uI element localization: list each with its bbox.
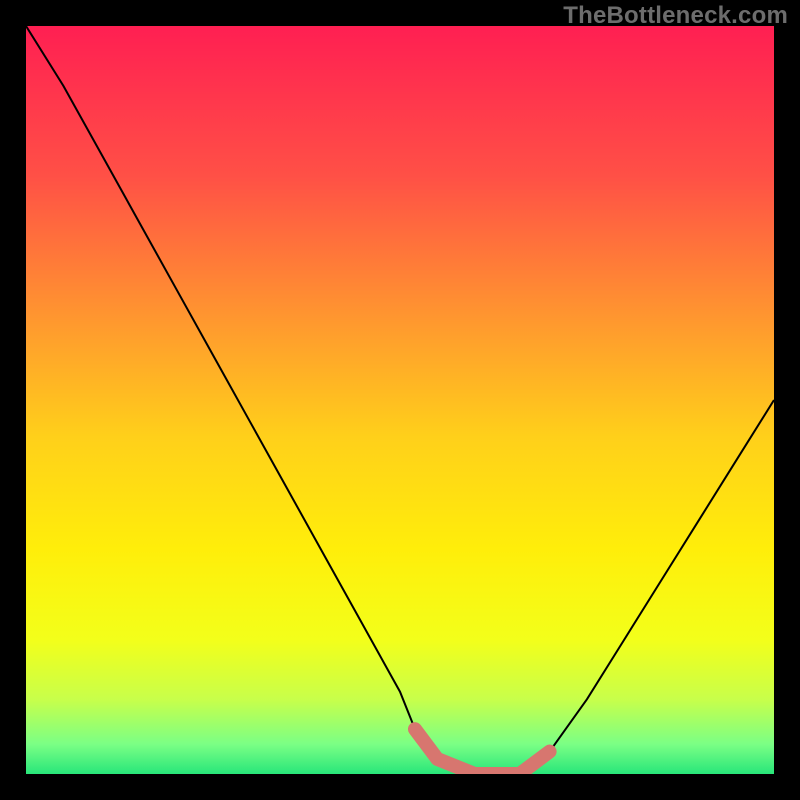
chart-frame: TheBottleneck.com <box>0 0 800 800</box>
watermark-text: TheBottleneck.com <box>563 2 788 30</box>
gradient-background <box>26 26 774 774</box>
chart-plot-area <box>26 26 774 774</box>
chart-svg <box>26 26 774 774</box>
